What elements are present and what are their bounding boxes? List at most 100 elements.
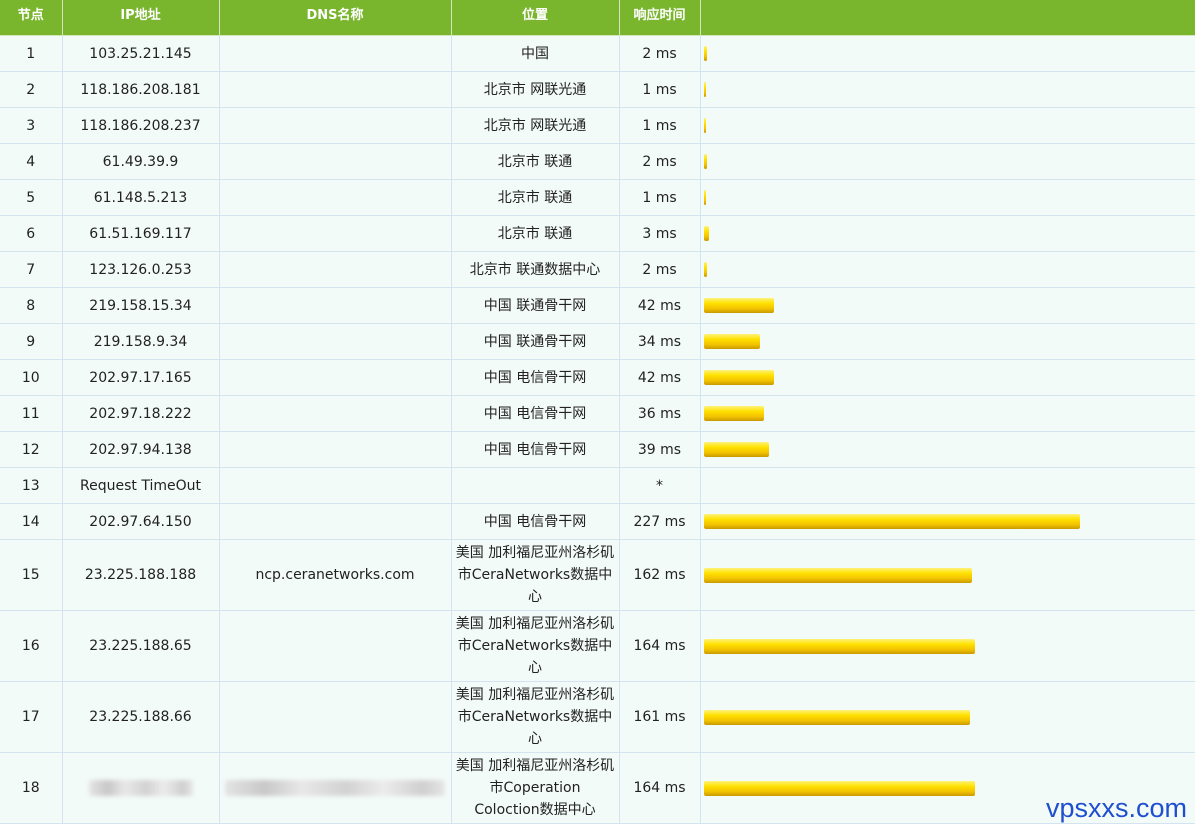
cell-location: 中国 电信骨干网	[450, 431, 620, 468]
cell-response-time: 227 ms	[618, 503, 701, 540]
cell-dns	[218, 431, 452, 468]
cell-bar	[699, 323, 1195, 360]
cell-dns	[218, 71, 452, 108]
cell-ip: 202.97.64.150	[61, 503, 220, 540]
table-row: 11 202.97.18.222 中国 电信骨干网 36 ms	[0, 395, 1195, 432]
cell-ip: 61.49.39.9	[61, 143, 220, 180]
table-row: 2 118.186.208.181 北京市 网联光通 1 ms	[0, 71, 1195, 108]
latency-bar	[703, 118, 706, 133]
cell-location: 北京市 联通	[450, 143, 620, 180]
cell-bar	[699, 215, 1195, 252]
cell-location: 北京市 网联光通	[450, 107, 620, 144]
cell-bar	[699, 287, 1195, 324]
cell-location: 中国 电信骨干网	[450, 359, 620, 396]
cell-response-time: 3 ms	[618, 215, 701, 252]
cell-ip: 118.186.208.181	[61, 71, 220, 108]
cell-response-time: 36 ms	[618, 395, 701, 432]
cell-node: 9	[0, 323, 63, 360]
watermark: vpsxxs.com	[1045, 793, 1187, 823]
cell-bar	[699, 431, 1195, 468]
latency-bar	[703, 46, 707, 61]
header-bar	[699, 0, 1195, 36]
cell-bar	[699, 143, 1195, 180]
cell-dns	[218, 251, 452, 288]
table-row: 8 219.158.15.34 中国 联通骨干网 42 ms	[0, 287, 1195, 324]
cell-node: 15	[0, 539, 63, 611]
cell-bar	[699, 539, 1195, 611]
cell-dns	[218, 752, 452, 824]
cell-node: 4	[0, 143, 63, 180]
latency-bar	[703, 567, 972, 583]
cell-response-time: 42 ms	[618, 287, 701, 324]
table-row: 3 118.186.208.237 北京市 网联光通 1 ms	[0, 107, 1195, 144]
cell-response-time: 164 ms	[618, 610, 701, 682]
cell-response-time: 1 ms	[618, 71, 701, 108]
table-row: 15 23.225.188.188 ncp.ceranetworks.com 美国 加…	[0, 539, 1195, 611]
cell-location: 美国 加利福尼亚州洛杉矶市CeraNetworks数据中心	[450, 539, 620, 611]
cell-bar	[699, 35, 1195, 72]
table-row: 5 61.148.5.213 北京市 联通 1 ms	[0, 179, 1195, 216]
cell-location	[450, 467, 620, 504]
table-row: 10 202.97.17.165 中国 电信骨干网 42 ms	[0, 359, 1195, 396]
cell-dns	[218, 503, 452, 540]
cell-ip: 219.158.9.34	[61, 323, 220, 360]
cell-node: 13	[0, 467, 63, 504]
header-dns: DNS名称	[218, 0, 451, 36]
cell-bar	[699, 179, 1195, 216]
cell-node: 3	[0, 107, 63, 144]
cell-response-time: 1 ms	[618, 179, 701, 216]
table-row: 6 61.51.169.117 北京市 联通 3 ms	[0, 215, 1195, 252]
cell-ip: 202.97.18.222	[61, 395, 220, 432]
cell-bar	[699, 681, 1195, 753]
cell-dns	[218, 179, 452, 216]
latency-bar	[703, 82, 706, 97]
cell-bar	[699, 610, 1195, 682]
table-row: 17 23.225.188.66 美国 加利福尼亚州洛杉矶市CeraNetworks…	[0, 681, 1195, 753]
cell-location: 美国 加利福尼亚州洛杉矶市CeraNetworks数据中心	[450, 681, 620, 753]
table-header-row: 节点 IP地址 DNS名称 位置 响应时间	[0, 0, 1195, 36]
cell-response-time: 42 ms	[618, 359, 701, 396]
cell-dns	[218, 287, 452, 324]
cell-response-time: 162 ms	[618, 539, 701, 611]
cell-location: 中国 联通骨干网	[450, 287, 620, 324]
cell-ip	[61, 752, 220, 824]
cell-location: 中国 联通骨干网	[450, 323, 620, 360]
cell-location: 美国 加利福尼亚州洛杉矶市Coperation Coloction数据中心	[450, 752, 620, 824]
latency-bar	[703, 226, 709, 241]
cell-response-time: 164 ms	[618, 752, 701, 824]
cell-response-time: 34 ms	[618, 323, 701, 360]
cell-response-time: 2 ms	[618, 143, 701, 180]
cell-location: 北京市 联通数据中心	[450, 251, 620, 288]
table-row: 13 Request TimeOut *	[0, 467, 1195, 504]
latency-bar	[703, 190, 706, 205]
cell-node: 8	[0, 287, 63, 324]
cell-ip: 103.25.21.145	[61, 35, 220, 72]
cell-response-time: 161 ms	[618, 681, 701, 753]
cell-node: 17	[0, 681, 63, 753]
cell-response-time: 2 ms	[618, 35, 701, 72]
cell-location: 中国	[450, 35, 620, 72]
cell-ip: 123.126.0.253	[61, 251, 220, 288]
cell-ip: 23.225.188.66	[61, 681, 220, 753]
redacted-ip	[88, 780, 193, 796]
latency-bar	[703, 370, 774, 385]
header-response-time: 响应时间	[618, 0, 700, 36]
table-row: 4 61.49.39.9 北京市 联通 2 ms	[0, 143, 1195, 180]
cell-bar	[699, 251, 1195, 288]
cell-node: 11	[0, 395, 63, 432]
header-ip: IP地址	[61, 0, 219, 36]
cell-dns	[218, 35, 452, 72]
cell-location: 北京市 联通	[450, 179, 620, 216]
traceroute-table: 节点 IP地址 DNS名称 位置 响应时间 1 103.25.21.145 中国 2 …	[0, 0, 1195, 824]
table-row: 1 103.25.21.145 中国 2 ms	[0, 35, 1195, 72]
cell-response-time: *	[618, 467, 701, 504]
cell-node: 5	[0, 179, 63, 216]
latency-bar	[703, 334, 760, 349]
cell-location: 中国 电信骨干网	[450, 395, 620, 432]
cell-dns: ncp.ceranetworks.com	[218, 539, 452, 611]
cell-response-time: 39 ms	[618, 431, 701, 468]
header-location: 位置	[450, 0, 619, 36]
cell-bar	[699, 359, 1195, 396]
cell-node: 2	[0, 71, 63, 108]
latency-bar	[703, 406, 764, 421]
